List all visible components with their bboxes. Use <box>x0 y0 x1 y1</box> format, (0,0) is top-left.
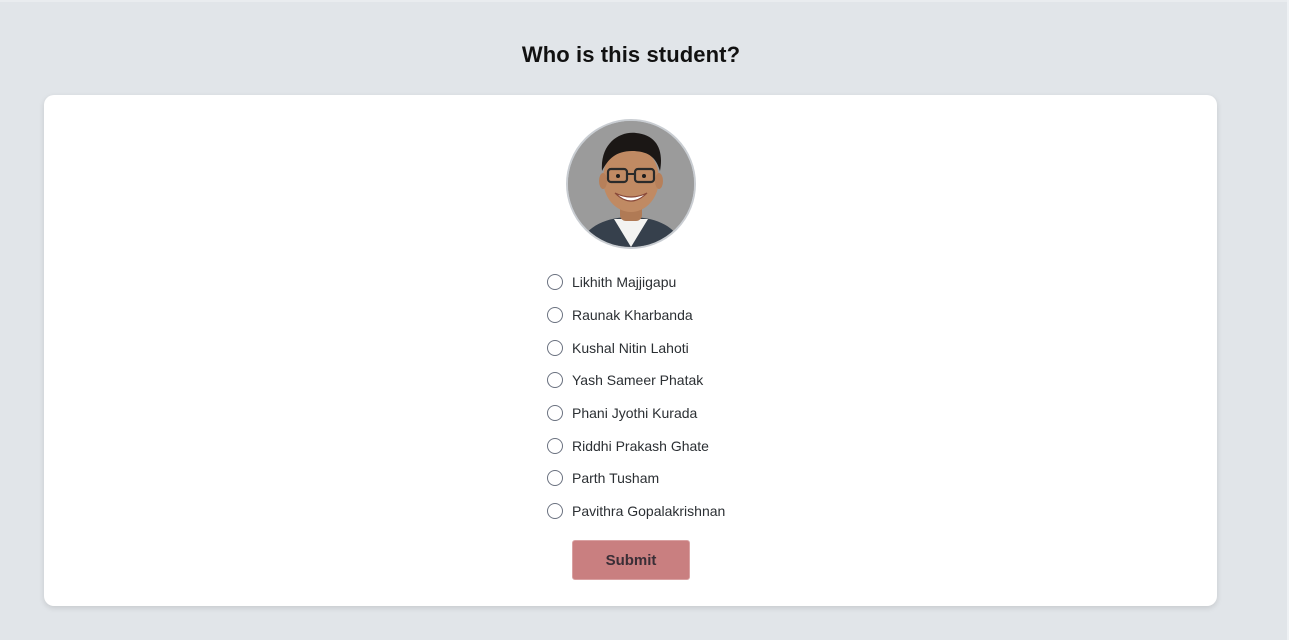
option-label: Riddhi Prakash Ghate <box>572 437 709 454</box>
option-parth[interactable]: Parth Tusham <box>547 462 725 495</box>
radio-button[interactable] <box>547 274 563 291</box>
radio-button[interactable] <box>547 437 563 454</box>
option-phani[interactable]: Phani Jyothi Kurada <box>547 397 725 430</box>
option-kushal[interactable]: Kushal Nitin Lahoti <box>547 331 725 364</box>
radio-button[interactable] <box>547 470 563 487</box>
option-label: Yash Sameer Phatak <box>572 372 704 389</box>
top-border <box>0 0 1289 2</box>
option-label: Likhith Majjigapu <box>572 274 677 291</box>
student-options: Likhith Majjigapu Raunak Kharbanda Kusha… <box>547 266 725 528</box>
radio-button[interactable] <box>547 339 563 356</box>
radio-button[interactable] <box>547 405 563 422</box>
radio-button[interactable] <box>547 307 563 324</box>
radio-button[interactable] <box>547 503 563 520</box>
submit-button[interactable]: Submit <box>572 540 690 580</box>
student-photo-icon <box>568 121 694 247</box>
option-label: Kushal Nitin Lahoti <box>572 339 689 356</box>
option-pavithra[interactable]: Pavithra Gopalakrishnan <box>547 495 725 528</box>
page-title: Who is this student? <box>521 42 741 67</box>
option-label: Phani Jyothi Kurada <box>572 405 698 422</box>
radio-button[interactable] <box>547 372 563 389</box>
option-label: Parth Tusham <box>572 470 660 487</box>
student-photo <box>566 119 696 249</box>
option-label: Raunak Kharbanda <box>572 307 693 324</box>
option-raunak[interactable]: Raunak Kharbanda <box>547 299 725 332</box>
quiz-card: Likhith Majjigapu Raunak Kharbanda Kusha… <box>44 95 1217 606</box>
option-riddhi[interactable]: Riddhi Prakash Ghate <box>547 429 725 462</box>
option-likhith[interactable]: Likhith Majjigapu <box>547 266 725 299</box>
option-yash[interactable]: Yash Sameer Phatak <box>547 364 725 397</box>
option-label: Pavithra Gopalakrishnan <box>572 503 726 520</box>
